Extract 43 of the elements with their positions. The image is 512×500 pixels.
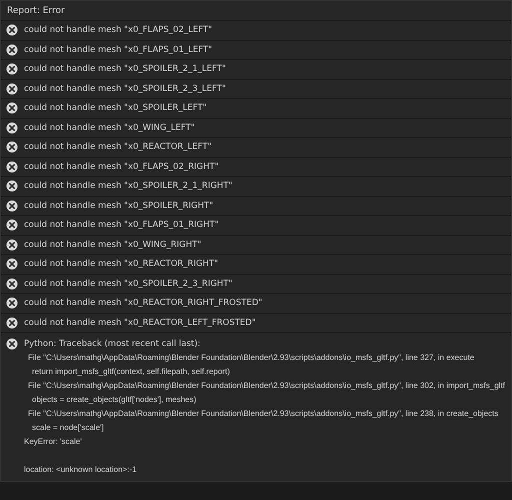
error-message: could not handle mesh "x0_SPOILER_LEFT" [24,103,207,114]
error-icon [6,82,18,95]
error-line: KeyError: 'scale' [24,436,82,448]
report-title: Report: Error [1,1,511,21]
error-message: could not handle mesh "x0_REACTOR_RIGHT_FROSTED" [24,298,262,308]
error-message: could not handle mesh "x0_FLAPS_01_RIGHT" [24,220,219,230]
error-icon [6,238,18,251]
error-message: could not handle mesh "x0_FLAPS_01_LEFT" [24,44,212,55]
traceback-line: File "C:\Users\mathg\AppData\Roaming\Blender Foundation\Blender\2.93\scripts\addons\io_msfs_gltf.py", line 327, in execute [28,352,474,364]
code-line: objects = create_objects(gltf['nodes'], meshes) [32,394,196,406]
error-message: could not handle mesh "x0_FLAPS_02_LEFT" [24,25,212,36]
error-message: could not handle mesh "x0_SPOILER_RIGHT" [24,200,214,211]
error-message: could not handle mesh "x0_FLAPS_02_RIGHT" [24,162,219,172]
error-message: could not handle mesh "x0_SPOILER_2_1_LEFT" [24,64,226,74]
error-message: could not handle mesh "x0_SPOILER_2_1_RIGHT" [24,181,232,192]
error-message: could not handle mesh "x0_REACTOR_LEFT" [24,142,212,152]
error-icon [6,63,18,76]
error-icon [6,24,18,36]
error-icon [6,102,18,114]
error-message: could not handle mesh "x0_SPOILER_2_3_LEFT" [24,84,226,94]
error-message: could not handle mesh "x0_REACTOR_RIGHT" [24,259,218,270]
error-icon [6,141,18,154]
error-icon [6,316,18,329]
error-icon [6,297,18,310]
traceback-line: File "C:\Users\mathg\AppData\Roaming\Blender Foundation\Blender\2.93\scripts\addons\io_msfs_gltf.py", line 302, in import_msfs_gltf [28,380,506,392]
error-icon [6,219,18,232]
traceback-line: File "C:\Users\mathg\AppData\Roaming\Blender Foundation\Blender\2.93\scripts\addons\io_msfs_gltf.py", line 238, in create_objects [28,408,498,420]
error-icon [6,200,18,212]
error-line: location: <unknown location>:-1 [24,464,137,476]
error-icon [6,278,18,290]
code-line: return import_msfs_gltf(context, self.filepath, self.report) [32,366,230,378]
error-icon [6,44,18,56]
error-message: could not handle mesh "x0_SPOILER_2_3_RIGHT" [24,278,232,289]
traceback-header: Python: Traceback (most recent call last): [24,339,200,349]
error-icon [6,180,18,192]
error-message: could not handle mesh "x0_WING_LEFT" [24,122,195,133]
error-icon [6,160,18,173]
error-message: could not handle mesh "x0_REACTOR_LEFT_FROSTED" [24,318,256,328]
code-line: scale = node['scale'] [32,422,104,434]
error-message: could not handle mesh "x0_WING_RIGHT" [24,240,202,250]
error-icon [6,258,18,270]
error-icon [6,338,18,350]
error-icon [6,122,18,134]
